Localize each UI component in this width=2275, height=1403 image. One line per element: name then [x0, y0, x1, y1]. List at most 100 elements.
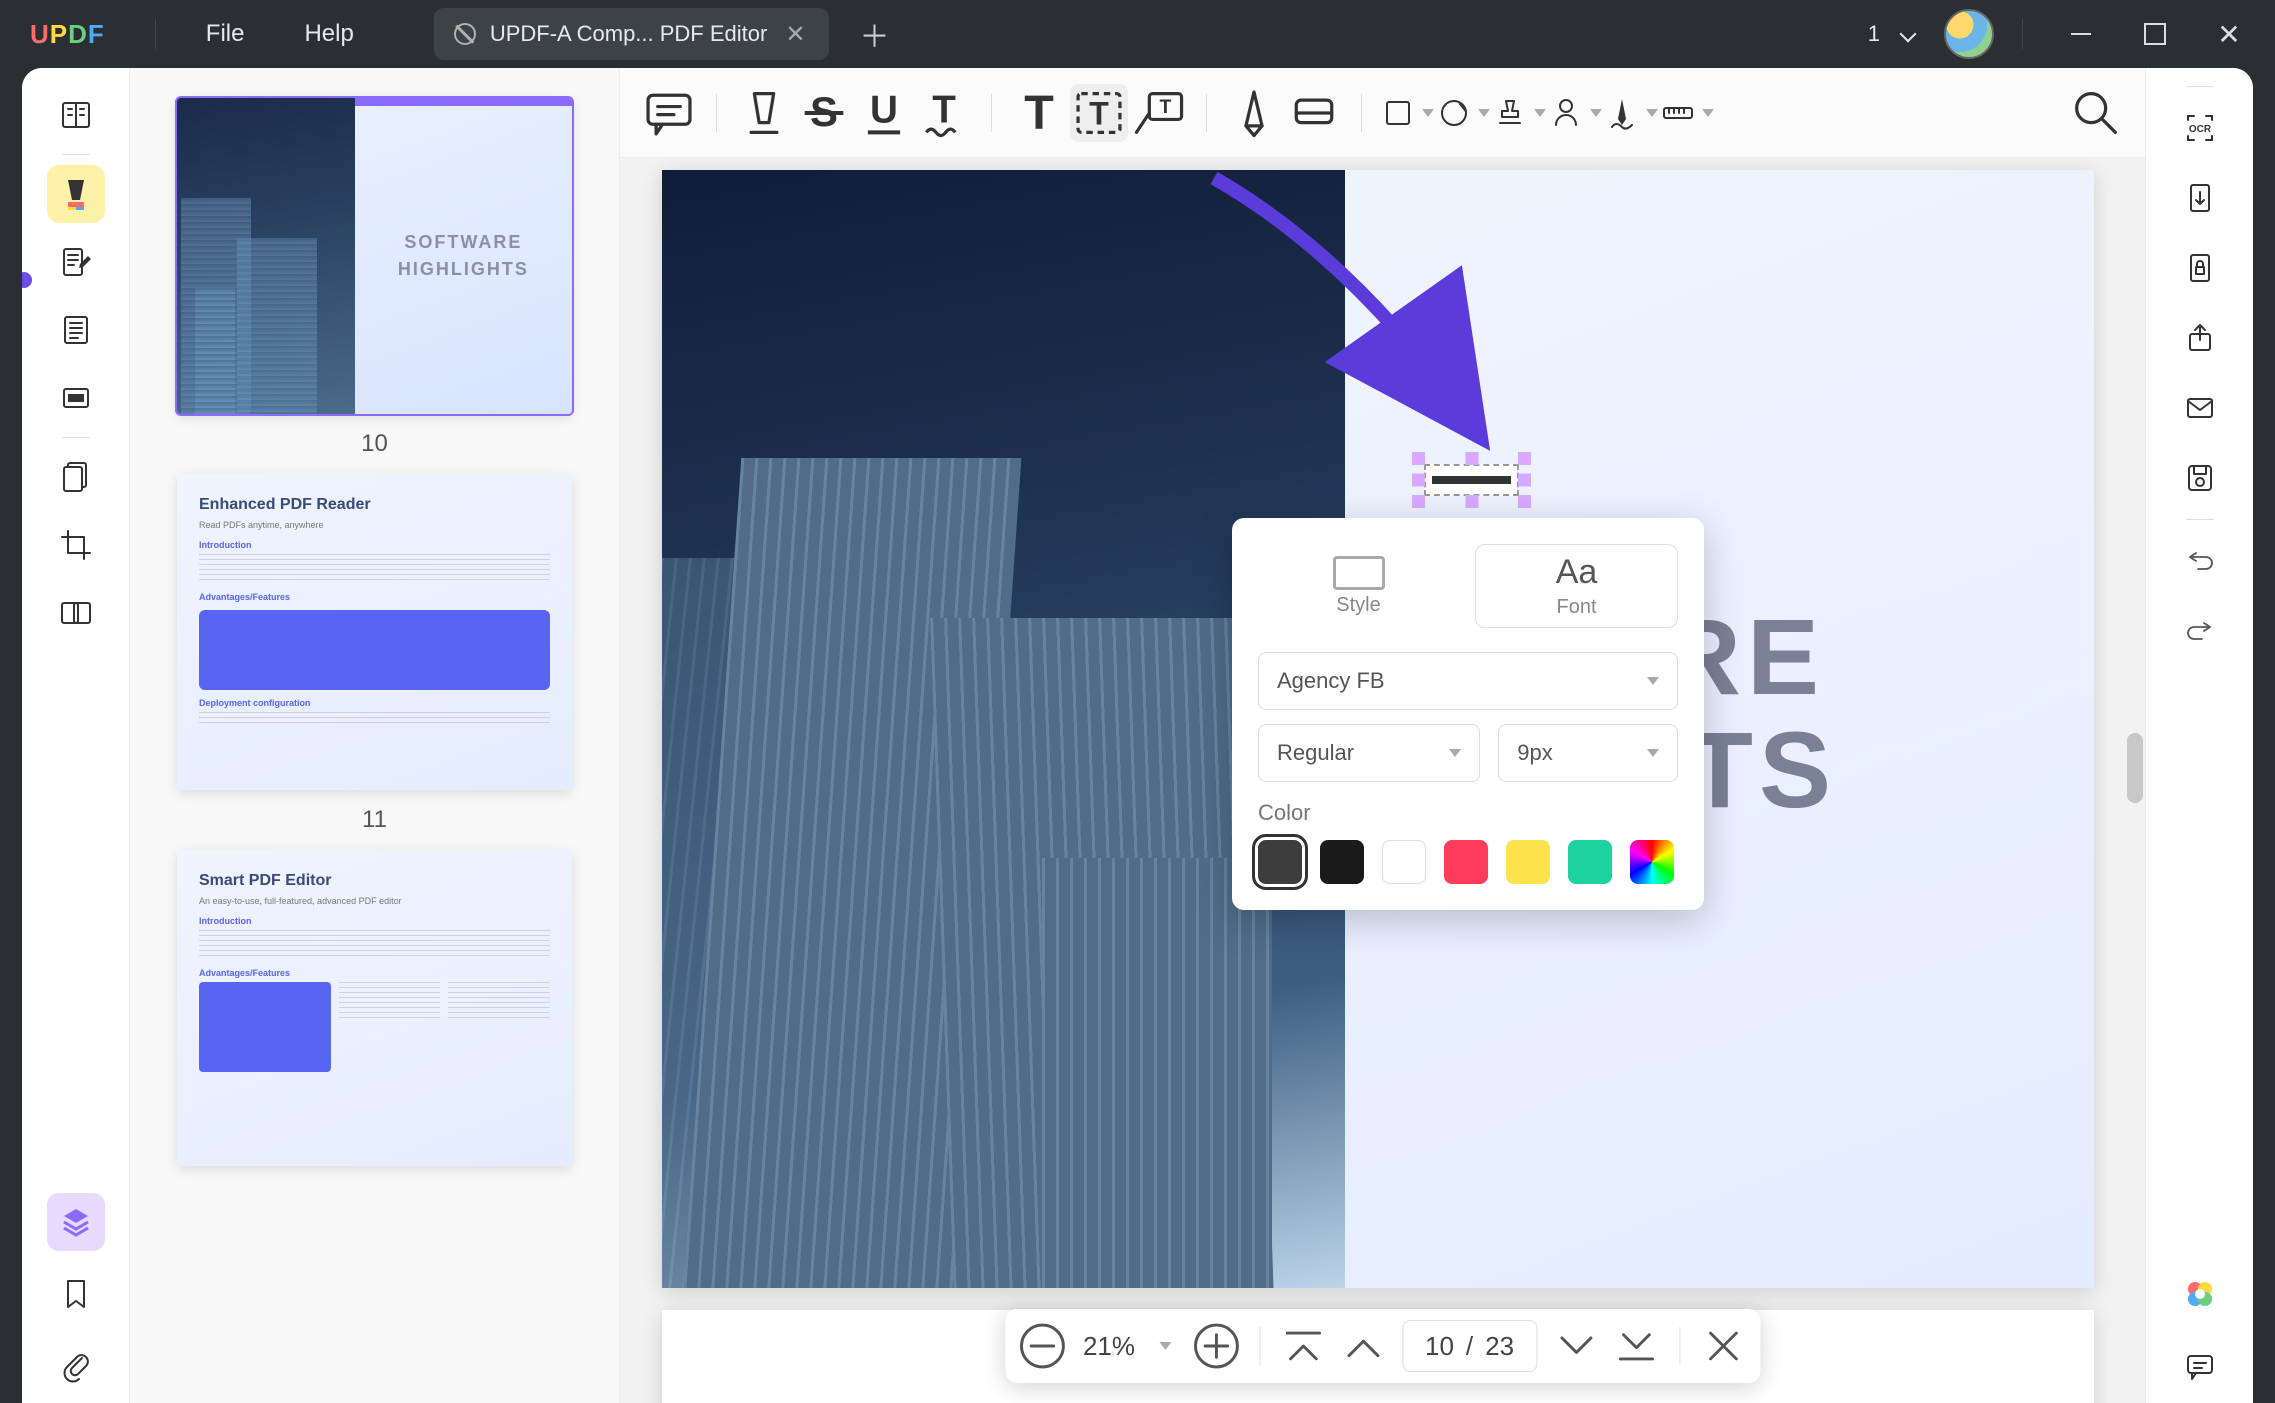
chevron-down-icon	[1422, 109, 1434, 117]
close-tab-icon[interactable]: ✕	[781, 20, 809, 49]
resize-handle[interactable]	[1412, 452, 1425, 465]
resize-handle[interactable]	[1412, 474, 1425, 487]
measure-tool[interactable]	[1660, 95, 1714, 131]
resize-handle[interactable]	[1518, 452, 1531, 465]
vertical-scrollbar[interactable]	[2127, 733, 2143, 803]
svg-text:T: T	[1089, 95, 1109, 131]
sticker-tool[interactable]	[1436, 95, 1490, 131]
color-swatch[interactable]	[1506, 840, 1550, 884]
menu-help[interactable]: Help	[274, 20, 383, 48]
search-button[interactable]	[2067, 84, 2125, 142]
highlight-tool[interactable]	[735, 84, 793, 142]
thumb-section: Deployment configuration	[199, 698, 550, 708]
popover-tab-style[interactable]: Style	[1258, 544, 1459, 628]
window-close-button[interactable]: ✕	[2199, 9, 2259, 59]
page-canvas[interactable]: TWARE LIGHTS	[620, 158, 2145, 1403]
thumb-subtitle: Read PDFs anytime, anywhere	[199, 520, 550, 530]
resize-handle[interactable]	[1412, 495, 1425, 508]
comment-tool[interactable]	[640, 84, 698, 142]
font-size-select[interactable]: 9px	[1498, 724, 1678, 782]
separator	[716, 94, 717, 132]
right-tool-rail: OCR	[2145, 68, 2253, 1403]
page-tools[interactable]	[47, 448, 105, 506]
new-tab-button[interactable]: ＋	[829, 12, 919, 56]
undo-button[interactable]	[2171, 532, 2229, 590]
window-minimize-button[interactable]	[2051, 9, 2111, 59]
first-page-button[interactable]	[1274, 1317, 1332, 1375]
resize-handle[interactable]	[1518, 474, 1531, 487]
stamp-tool[interactable]	[1492, 95, 1546, 131]
callout-tool[interactable]: T	[1130, 84, 1188, 142]
highlighter-tool[interactable]	[47, 165, 105, 223]
active-indicator-dot	[22, 272, 32, 288]
redact-tool[interactable]	[47, 369, 105, 427]
layers-tool[interactable]	[47, 1193, 105, 1251]
next-page-button[interactable]	[1547, 1317, 1605, 1375]
crop-tool[interactable]	[47, 516, 105, 574]
protect-tool[interactable]	[2171, 239, 2229, 297]
prev-page-button[interactable]	[1334, 1317, 1392, 1375]
resize-handle[interactable]	[1518, 495, 1531, 508]
thumbnail-page-number: 10	[361, 430, 388, 458]
color-swatch[interactable]	[1258, 840, 1302, 884]
color-swatch[interactable]	[1320, 840, 1364, 884]
underline-tool[interactable]: U	[855, 84, 913, 142]
reader-tool[interactable]	[47, 86, 105, 144]
thumbnail-item[interactable]: Smart PDF Editor An easy-to-use, full-fe…	[177, 850, 572, 1166]
document-tab[interactable]: UPDF-A Comp... PDF Editor ✕	[434, 8, 830, 60]
thumbnail-panel[interactable]: SOFTWAREHIGHLIGHTS 10 Enhanced PDF Reade…	[130, 68, 620, 1403]
save-tool[interactable]	[2171, 449, 2229, 507]
chat-button[interactable]	[2171, 1337, 2229, 1395]
resize-handle[interactable]	[1465, 452, 1478, 465]
shape-tool[interactable]	[1380, 95, 1434, 131]
ai-assistant-button[interactable]	[2171, 1265, 2229, 1323]
ocr-tool[interactable]: OCR	[2171, 99, 2229, 157]
strikethrough-tool[interactable]: S	[795, 84, 853, 142]
menu-file[interactable]: File	[176, 20, 275, 48]
chevron-down-icon	[1534, 109, 1546, 117]
chevron-down-icon	[1478, 109, 1490, 117]
thumb-section: Introduction	[199, 540, 550, 550]
page-input[interactable]: 10 / 23	[1402, 1320, 1537, 1372]
color-picker-button[interactable]	[1630, 840, 1674, 884]
zoom-level-dropdown[interactable]: 21%	[1073, 1331, 1185, 1362]
bookmark-tool[interactable]	[47, 1265, 105, 1323]
close-footer-button[interactable]	[1694, 1317, 1752, 1375]
window-maximize-button[interactable]	[2125, 9, 2185, 59]
color-swatch[interactable]	[1444, 840, 1488, 884]
thumb-title: Smart PDF Editor	[199, 872, 550, 890]
pencil-tool[interactable]	[1225, 84, 1283, 142]
redo-button[interactable]	[2171, 602, 2229, 660]
chevron-down-icon[interactable]	[1900, 26, 1917, 43]
thumb-title: Enhanced PDF Reader	[199, 496, 550, 514]
textbox-tool[interactable]: T	[1070, 84, 1128, 142]
organize-pages-tool[interactable]	[47, 301, 105, 359]
color-swatch[interactable]	[1568, 840, 1612, 884]
email-tool[interactable]	[2171, 379, 2229, 437]
font-weight-select[interactable]: Regular	[1258, 724, 1480, 782]
thumb-section: Advantages/Features	[199, 592, 550, 602]
popover-tab-font[interactable]: Aa Font	[1475, 544, 1678, 628]
zoom-out-button[interactable]	[1013, 1317, 1071, 1375]
edit-pdf-tool[interactable]	[47, 233, 105, 291]
resize-handle[interactable]	[1465, 495, 1478, 508]
text-tool[interactable]: T	[1010, 84, 1068, 142]
color-swatch[interactable]	[1382, 840, 1426, 884]
sign-tool[interactable]	[1604, 95, 1658, 131]
zoom-in-button[interactable]	[1187, 1317, 1245, 1375]
eraser-tool[interactable]	[1285, 84, 1343, 142]
squiggly-tool[interactable]: T	[915, 84, 973, 142]
thumb-section: Advantages/Features	[199, 968, 550, 978]
thumbnail-item[interactable]: SOFTWAREHIGHLIGHTS 10	[177, 98, 572, 458]
user-avatar[interactable]	[1944, 9, 1994, 59]
notification-count[interactable]: 1	[1860, 21, 1888, 47]
signature-tool[interactable]	[1548, 95, 1602, 131]
thumbnail-item[interactable]: Enhanced PDF Reader Read PDFs anytime, a…	[177, 474, 572, 834]
share-tool[interactable]	[2171, 309, 2229, 367]
convert-tool[interactable]	[2171, 169, 2229, 227]
last-page-button[interactable]	[1607, 1317, 1665, 1375]
textbox-selection[interactable]	[1414, 454, 1529, 506]
font-family-select[interactable]: Agency FB	[1258, 652, 1678, 710]
compare-tool[interactable]	[47, 584, 105, 642]
attachment-tool[interactable]	[47, 1337, 105, 1395]
